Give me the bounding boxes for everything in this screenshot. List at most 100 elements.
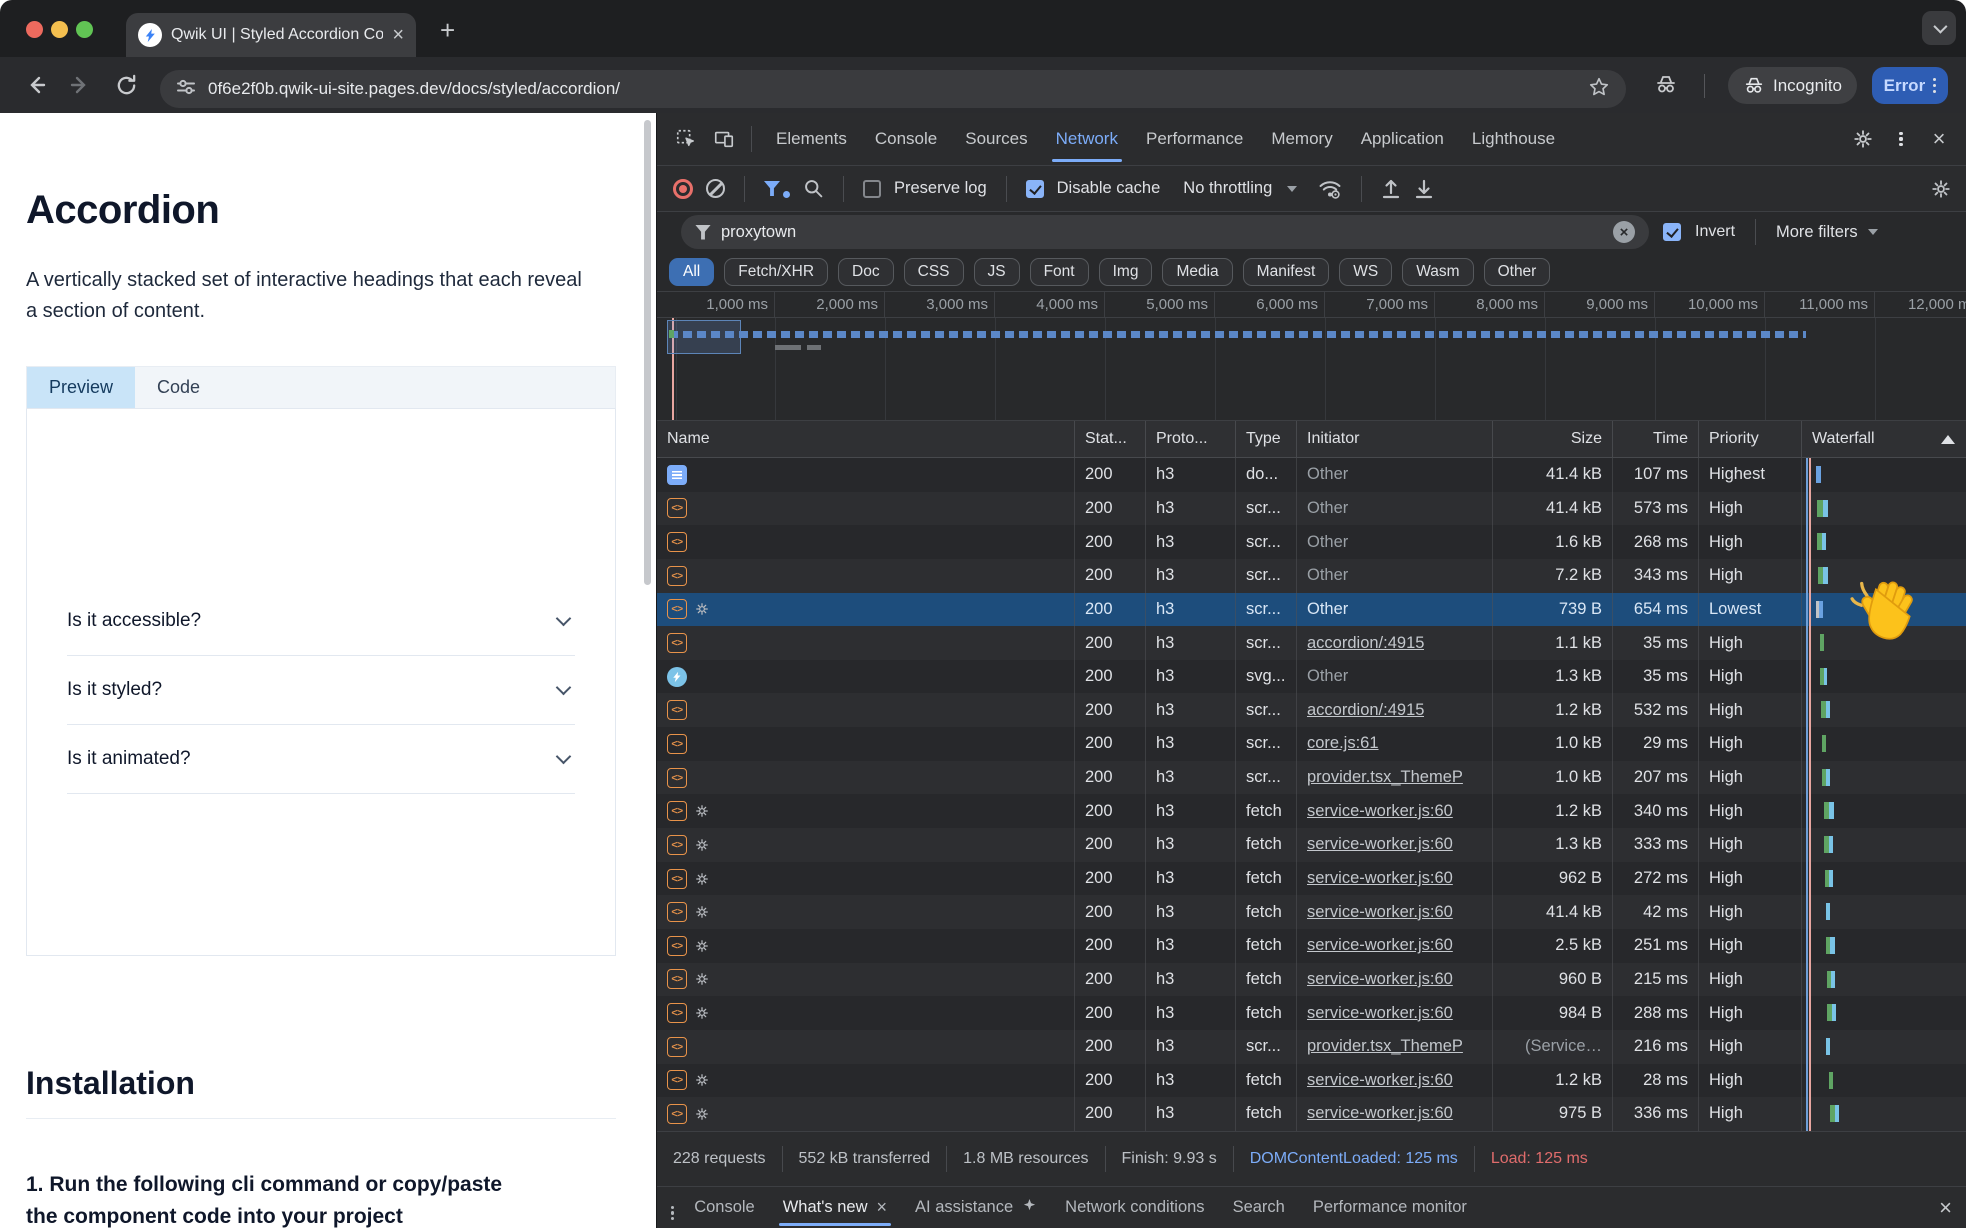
devtools-tab-sources[interactable]: Sources bbox=[951, 113, 1041, 166]
close-drawer-tab-icon[interactable]: × bbox=[877, 1197, 888, 1218]
browser-tab[interactable]: Qwik UI | Styled Accordion Co × bbox=[126, 13, 416, 57]
table-row[interactable]: <>200h3fetchservice-worker.js:601.3 kB33… bbox=[657, 828, 1966, 862]
devtools-tab-memory[interactable]: Memory bbox=[1257, 113, 1346, 166]
filter-chip-js[interactable]: JS bbox=[974, 258, 1020, 286]
filter-chip-media[interactable]: Media bbox=[1162, 258, 1232, 286]
tab-code[interactable]: Code bbox=[135, 367, 222, 408]
column-header[interactable]: Type bbox=[1236, 421, 1297, 457]
column-header[interactable]: Size bbox=[1493, 421, 1613, 457]
drawer-close-icon[interactable]: × bbox=[1939, 1195, 1952, 1221]
devtools-tab-application[interactable]: Application bbox=[1347, 113, 1458, 166]
table-row[interactable]: <>200h3fetchservice-worker.js:60962 B272… bbox=[657, 862, 1966, 896]
filter-chip-font[interactable]: Font bbox=[1030, 258, 1089, 286]
table-row[interactable]: <>200h3fetchservice-worker.js:60984 B288… bbox=[657, 996, 1966, 1030]
initiator-link[interactable]: service-worker.js:60 bbox=[1307, 835, 1453, 854]
back-button[interactable] bbox=[22, 71, 50, 99]
filter-chip-all[interactable]: All bbox=[669, 258, 714, 286]
page-scrollbar[interactable] bbox=[644, 120, 651, 585]
invert-label[interactable]: Invert bbox=[1695, 223, 1735, 241]
accordion-item[interactable]: Is it accessible? bbox=[67, 587, 575, 656]
table-row[interactable]: <>200h3scr...core.js:611.0 kB29 msHigh bbox=[657, 727, 1966, 761]
initiator-link[interactable]: accordion/:4915 bbox=[1307, 634, 1424, 653]
import-har-icon[interactable] bbox=[1381, 178, 1401, 200]
profile-button[interactable]: Error bbox=[1872, 67, 1948, 104]
drawer-tab-what-s-new[interactable]: What's new× bbox=[769, 1187, 901, 1228]
filter-input[interactable]: proxytown × bbox=[681, 215, 1649, 249]
extensions-incognito-icon[interactable] bbox=[1652, 71, 1680, 99]
zoom-window-button[interactable] bbox=[76, 21, 93, 38]
table-row[interactable]: <>200h3scr...accordion/:49151.1 kB35 msH… bbox=[657, 626, 1966, 660]
filter-chip-fetchxhr[interactable]: Fetch/XHR bbox=[724, 258, 828, 286]
minimize-window-button[interactable] bbox=[51, 21, 68, 38]
initiator-link[interactable]: service-worker.js:60 bbox=[1307, 1004, 1453, 1023]
new-tab-button[interactable]: + bbox=[440, 17, 455, 43]
initiator-link[interactable]: service-worker.js:60 bbox=[1307, 802, 1453, 821]
table-row[interactable]: <>200h3fetchservice-worker.js:60960 B215… bbox=[657, 963, 1966, 997]
network-overview[interactable] bbox=[657, 318, 1966, 421]
reload-button[interactable] bbox=[112, 71, 140, 99]
initiator-link[interactable]: service-worker.js:60 bbox=[1307, 1104, 1453, 1123]
initiator-link[interactable]: service-worker.js:60 bbox=[1307, 1071, 1453, 1090]
filter-chip-manifest[interactable]: Manifest bbox=[1243, 258, 1330, 286]
table-row[interactable]: <>200h3scr...provider.tsx_ThemeP(Service… bbox=[657, 1030, 1966, 1064]
filter-chip-doc[interactable]: Doc bbox=[838, 258, 894, 286]
table-row[interactable]: <>200h3fetchservice-worker.js:602.5 kB25… bbox=[657, 929, 1966, 963]
disable-cache-checkbox[interactable] bbox=[1026, 180, 1044, 198]
column-header[interactable]: Priority bbox=[1699, 421, 1802, 457]
drawer-tab-ai-assistance[interactable]: AI assistance bbox=[901, 1187, 1051, 1228]
initiator-link[interactable]: service-worker.js:60 bbox=[1307, 970, 1453, 989]
search-icon[interactable] bbox=[803, 178, 824, 199]
forward-button[interactable] bbox=[66, 71, 94, 99]
table-row[interactable]: <>200h3scr...accordion/:49151.2 kB532 ms… bbox=[657, 693, 1966, 727]
url-bar[interactable]: 0f6e2f0b.qwik-ui-site.pages.dev/docs/sty… bbox=[160, 70, 1626, 108]
filter-chip-other[interactable]: Other bbox=[1484, 258, 1551, 286]
accordion-item[interactable]: Is it styled? bbox=[67, 656, 575, 725]
network-conditions-icon[interactable] bbox=[1318, 177, 1342, 201]
initiator-link[interactable]: provider.tsx_ThemeP bbox=[1307, 1037, 1463, 1056]
initiator-link[interactable]: service-worker.js:60 bbox=[1307, 869, 1453, 888]
devtools-tab-lighthouse[interactable]: Lighthouse bbox=[1458, 113, 1569, 166]
devtools-tab-elements[interactable]: Elements bbox=[762, 113, 861, 166]
device-toolbar-icon[interactable] bbox=[707, 122, 741, 156]
table-row[interactable]: <>200h3fetchservice-worker.js:60975 B336… bbox=[657, 1097, 1966, 1131]
table-row[interactable]: <>200h3scr...Other739 B654 msLowest bbox=[657, 593, 1966, 627]
drawer-tab-network-conditions[interactable]: Network conditions bbox=[1051, 1187, 1218, 1228]
filter-chip-ws[interactable]: WS bbox=[1339, 258, 1392, 286]
table-row[interactable]: 200h3svg...Other1.3 kB35 msHigh bbox=[657, 660, 1966, 694]
drawer-tab-search[interactable]: Search bbox=[1219, 1187, 1299, 1228]
table-row[interactable]: <>200h3scr...provider.tsx_ThemeP1.0 kB20… bbox=[657, 761, 1966, 795]
devtools-menu-icon[interactable] bbox=[1884, 122, 1918, 156]
table-row[interactable]: <>200h3scr...Other7.2 kB343 msHigh bbox=[657, 559, 1966, 593]
devtools-settings-icon[interactable] bbox=[1846, 122, 1880, 156]
initiator-link[interactable]: core.js:61 bbox=[1307, 734, 1379, 753]
devtools-tab-performance[interactable]: Performance bbox=[1132, 113, 1257, 166]
inspect-element-icon[interactable] bbox=[669, 122, 703, 156]
bookmark-star-icon[interactable] bbox=[1588, 76, 1610, 103]
tab-preview[interactable]: Preview bbox=[27, 367, 135, 408]
close-tab-icon[interactable]: × bbox=[392, 25, 404, 45]
close-window-button[interactable] bbox=[26, 21, 43, 38]
column-header[interactable]: Name bbox=[657, 421, 1075, 457]
filter-chip-css[interactable]: CSS bbox=[904, 258, 964, 286]
accordion-item[interactable]: Is it animated? bbox=[67, 725, 575, 794]
initiator-link[interactable]: provider.tsx_ThemeP bbox=[1307, 768, 1463, 787]
site-info-icon[interactable] bbox=[176, 77, 196, 102]
clear-network-log-icon[interactable] bbox=[706, 179, 725, 198]
table-row[interactable]: <>200h3fetchservice-worker.js:601.2 kB28… bbox=[657, 1064, 1966, 1098]
drawer-tab-performance-monitor[interactable]: Performance monitor bbox=[1299, 1187, 1481, 1228]
initiator-link[interactable]: accordion/:4915 bbox=[1307, 701, 1424, 720]
column-header[interactable]: Initiator bbox=[1297, 421, 1493, 457]
export-har-icon[interactable] bbox=[1414, 178, 1434, 200]
drawer-tab-console[interactable]: Console bbox=[680, 1187, 769, 1228]
table-row[interactable]: <>200h3scr...Other41.4 kB573 msHigh bbox=[657, 492, 1966, 526]
filter-chip-img[interactable]: Img bbox=[1099, 258, 1153, 286]
tab-search-button[interactable] bbox=[1922, 11, 1956, 45]
network-settings-icon[interactable] bbox=[1930, 178, 1952, 200]
drawer-menu-icon[interactable] bbox=[671, 1195, 674, 1220]
preserve-log-checkbox[interactable] bbox=[863, 180, 881, 198]
throttling-select[interactable]: No throttling bbox=[1183, 179, 1272, 198]
table-row[interactable]: <>200h3fetchservice-worker.js:6041.4 kB4… bbox=[657, 895, 1966, 929]
clear-filter-icon[interactable]: × bbox=[1613, 221, 1635, 243]
devtools-tab-network[interactable]: Network bbox=[1042, 113, 1132, 166]
column-header[interactable]: Time bbox=[1613, 421, 1699, 457]
